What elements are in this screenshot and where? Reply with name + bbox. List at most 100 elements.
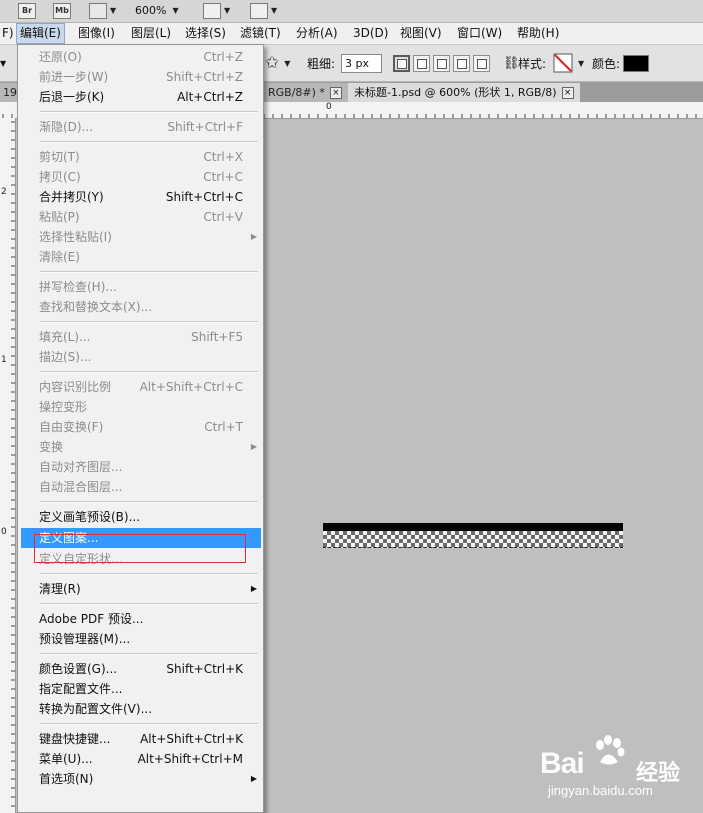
menu-item[interactable]: 颜色设置(G)... Shift+Ctrl+K — [21, 659, 261, 679]
menu-item-shortcut: Ctrl+V — [203, 210, 243, 224]
menu-item-shortcut: Shift+Ctrl+C — [165, 190, 243, 204]
menu-item[interactable]: 定义画笔预设(B)... — [21, 507, 261, 527]
menu-3d[interactable]: 3D(D) — [350, 23, 391, 44]
menu-item[interactable]: 指定配置文件... — [21, 679, 261, 699]
view-extras-button[interactable]: ▼ — [89, 2, 116, 19]
tab-document-1[interactable]: RGB/8#) * × — [262, 83, 348, 102]
menu-item[interactable]: 转换为配置文件(V)... — [21, 699, 261, 719]
menu-item[interactable]: Adobe PDF 预设... — [21, 609, 261, 629]
annotation-highlight-box — [34, 534, 246, 563]
menu-item[interactable]: 变换 ▶ — [21, 437, 261, 457]
menu-item[interactable]: 渐隐(D)... Shift+Ctrl+F — [21, 117, 261, 137]
submenu-arrow-icon: ▶ — [250, 232, 257, 241]
add-to-area-button[interactable] — [413, 45, 430, 81]
submenu-arrow-icon: ▶ — [250, 774, 257, 783]
menu-item-label: 键盘快捷键... — [39, 732, 111, 746]
vertical-ruler[interactable]: 2 1 0 — [0, 118, 16, 813]
new-shape-layer-button[interactable] — [393, 45, 410, 81]
screen-mode-button[interactable]: ▼ — [250, 2, 277, 19]
tab-fragment-left[interactable]: 19 — [0, 83, 18, 102]
menu-item[interactable]: 粘贴(P) Ctrl+V — [21, 207, 261, 227]
zoom-level-value: 600% — [135, 4, 167, 17]
menu-item[interactable]: 菜单(U)... Alt+Shift+Ctrl+M — [21, 749, 261, 769]
menu-item-label: 自动混合图层... — [39, 480, 123, 494]
menu-layer[interactable]: 图层(L) — [128, 23, 174, 44]
tab-label: RGB/8#) * — [268, 86, 325, 99]
tab-label: 未标题-1.psd @ 600% (形状 1, RGB/8) — [354, 86, 557, 99]
menu-item[interactable]: 前进一步(W) Shift+Ctrl+Z — [21, 67, 261, 87]
menu-separator — [40, 723, 258, 725]
menu-item[interactable]: 填充(L)... Shift+F5 — [21, 327, 261, 347]
menu-item-label: 变换 — [39, 440, 64, 454]
style-picker[interactable]: ▼ — [553, 45, 584, 81]
menu-item-label: 粘贴(P) — [39, 210, 80, 224]
close-icon[interactable]: × — [561, 87, 574, 99]
bridge-button[interactable]: Br — [18, 2, 36, 19]
menu-edit[interactable]: 编辑(E) — [16, 23, 65, 44]
menu-item[interactable]: 选择性粘贴(I) ▶ — [21, 227, 261, 247]
menu-item[interactable]: 还原(O) Ctrl+Z — [21, 47, 261, 67]
menu-item[interactable]: 查找和替换文本(X)... — [21, 297, 261, 317]
zoom-level-dropdown[interactable]: 600% ▼ — [135, 2, 179, 19]
menu-item[interactable]: 预设管理器(M)... — [21, 629, 261, 649]
menu-item[interactable]: 描边(S)... — [21, 347, 261, 367]
arrange-documents-button[interactable]: ▼ — [203, 2, 230, 19]
menu-item-label: 颜色设置(G)... — [39, 662, 118, 676]
subtract-area-button[interactable] — [433, 45, 450, 81]
chevron-down-icon: ▼ — [284, 58, 291, 68]
shape-stroke[interactable] — [323, 523, 623, 531]
menu-separator — [40, 603, 258, 605]
menu-item[interactable]: 剪切(T) Ctrl+X — [21, 147, 261, 167]
menu-item[interactable]: 键盘快捷键... Alt+Shift+Ctrl+K — [21, 729, 261, 749]
arrange-documents-icon — [203, 2, 221, 19]
menu-item[interactable]: 后退一步(K) Alt+Ctrl+Z — [21, 87, 261, 107]
menu-help[interactable]: 帮助(H) — [514, 23, 562, 44]
mini-bridge-button[interactable]: Mb — [53, 2, 71, 19]
custom-shape-picker[interactable]: ✩ ▼ — [265, 45, 290, 81]
shape-selection-pattern — [323, 531, 623, 548]
menu-select[interactable]: 选择(S) — [182, 23, 229, 44]
square-glyph — [397, 58, 407, 69]
menu-item-label: 内容识别比例 — [39, 380, 112, 394]
intersect-area-button[interactable] — [453, 45, 470, 81]
menu-image[interactable]: 图像(I) — [75, 23, 118, 44]
menu-item[interactable]: 拷贝(C) Ctrl+C — [21, 167, 261, 187]
menu-item[interactable]: 操控变形 — [21, 397, 261, 417]
menu-item-shortcut: Ctrl+X — [203, 150, 243, 164]
menu-item-label: 指定配置文件... — [39, 682, 123, 696]
menu-filter[interactable]: 滤镜(T) — [237, 23, 284, 44]
menu-item-label: 清理(R) — [39, 582, 81, 596]
exclude-area-button[interactable] — [473, 45, 490, 81]
menu-separator — [40, 371, 258, 373]
menu-item[interactable]: 首选项(N) ▶ — [21, 769, 261, 789]
menu-item[interactable]: 内容识别比例 Alt+Shift+Ctrl+C — [21, 377, 261, 397]
menu-separator — [40, 321, 258, 323]
menu-item[interactable]: 清除(E) — [21, 247, 261, 267]
menu-item-label: 首选项(N) — [39, 772, 94, 786]
menu-item[interactable]: 自动对齐图层... — [21, 457, 261, 477]
tool-preset-picker[interactable]: ▼ — [0, 45, 6, 81]
menu-analysis[interactable]: 分析(A) — [293, 23, 341, 44]
weight-input[interactable]: 3 px — [341, 53, 382, 73]
tab-document-2[interactable]: 未标题-1.psd @ 600% (形状 1, RGB/8) × — [348, 83, 580, 102]
menu-item[interactable]: 清理(R) ▶ — [21, 579, 261, 599]
menu-view[interactable]: 视图(V) — [397, 23, 445, 44]
add-to-area-icon — [413, 54, 430, 72]
color-swatch[interactable] — [623, 54, 649, 72]
menu-item[interactable]: 拼写检查(H)... — [21, 277, 261, 297]
menu-file-fragment[interactable]: F) — [0, 23, 17, 44]
menu-item[interactable]: 自由变换(F) Ctrl+T — [21, 417, 261, 437]
menu-item[interactable]: 自动混合图层... — [21, 477, 261, 497]
menu-separator — [40, 141, 258, 143]
menu-item-shortcut: Ctrl+T — [204, 420, 243, 434]
menu-item-label: 渐隐(D)... — [39, 120, 94, 134]
ruler-label: 0 — [326, 102, 332, 112]
menu-item[interactable]: 合并拷贝(Y) Shift+Ctrl+C — [21, 187, 261, 207]
intersect-area-icon — [453, 54, 470, 72]
menu-item-label: 预设管理器(M)... — [39, 632, 131, 646]
ruler-label: 0 — [1, 527, 7, 537]
menu-window[interactable]: 窗口(W) — [454, 23, 505, 44]
close-icon[interactable]: × — [329, 87, 342, 99]
baidu-watermark: Bai 经验 jingyan.baidu.com — [540, 735, 700, 805]
menu-item-label: Adobe PDF 预设... — [39, 612, 144, 626]
